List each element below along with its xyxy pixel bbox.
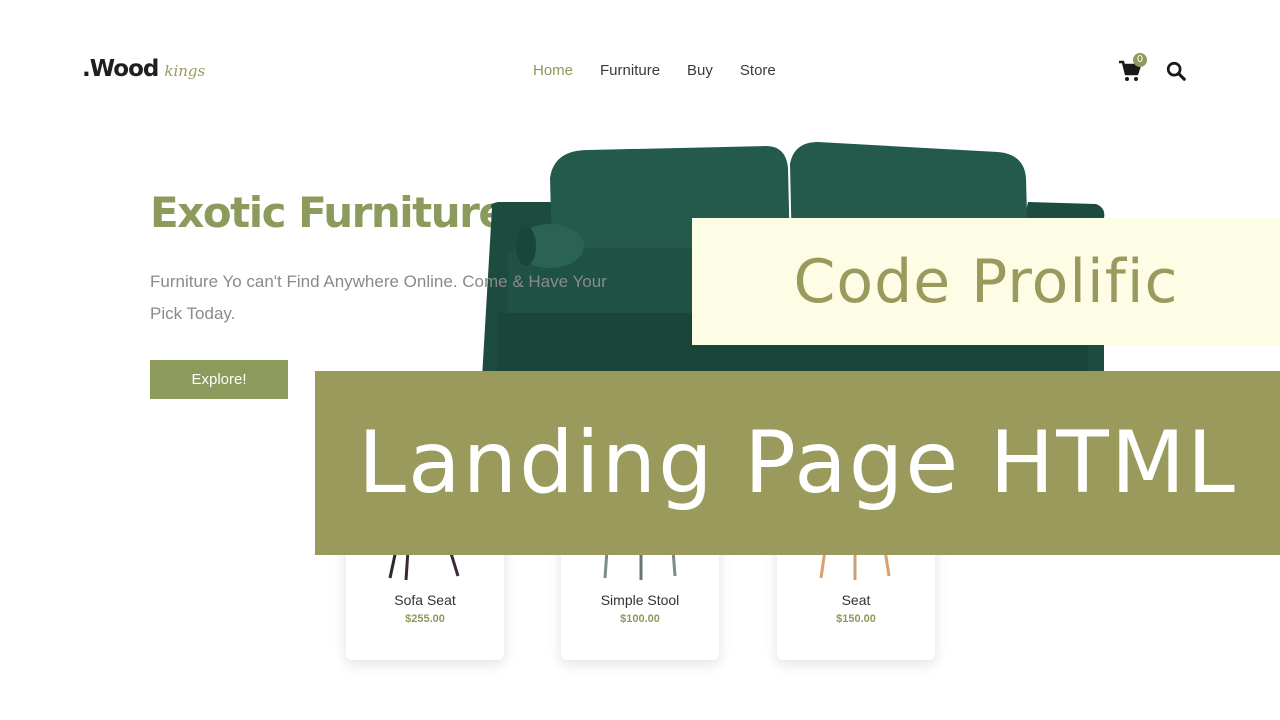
product-name: Sofa Seat (394, 592, 456, 608)
hero-title: Exotic Furniture. (150, 188, 521, 237)
nav-store[interactable]: Store (740, 62, 776, 79)
brand-name: .Wood (82, 56, 159, 82)
product-price: $100.00 (620, 613, 660, 625)
cart-count-badge: 0 (1133, 53, 1147, 67)
product-price: $150.00 (836, 613, 876, 625)
brand-logo[interactable]: .Wood kings (82, 56, 205, 82)
product-name: Seat (841, 592, 871, 608)
overlay-subtitle: Landing Page HTML (358, 413, 1237, 513)
hero-description: Furniture Yo can't Find Anywhere Online.… (150, 272, 607, 323)
overlay-title-banner: Code Prolific (692, 218, 1280, 345)
search-icon[interactable] (1165, 60, 1187, 82)
explore-button[interactable]: Explore! (150, 360, 288, 399)
brand-tagline: kings (164, 62, 206, 80)
nav-home[interactable]: Home (533, 62, 573, 79)
overlay-subtitle-banner: Landing Page HTML (315, 371, 1280, 555)
main-nav: Home Furniture Buy Store (533, 62, 776, 79)
product-price: $255.00 (405, 613, 445, 625)
nav-buy[interactable]: Buy (687, 62, 713, 79)
overlay-title: Code Prolific (793, 246, 1179, 317)
nav-furniture[interactable]: Furniture (600, 62, 660, 79)
product-name: Simple Stool (600, 592, 680, 608)
